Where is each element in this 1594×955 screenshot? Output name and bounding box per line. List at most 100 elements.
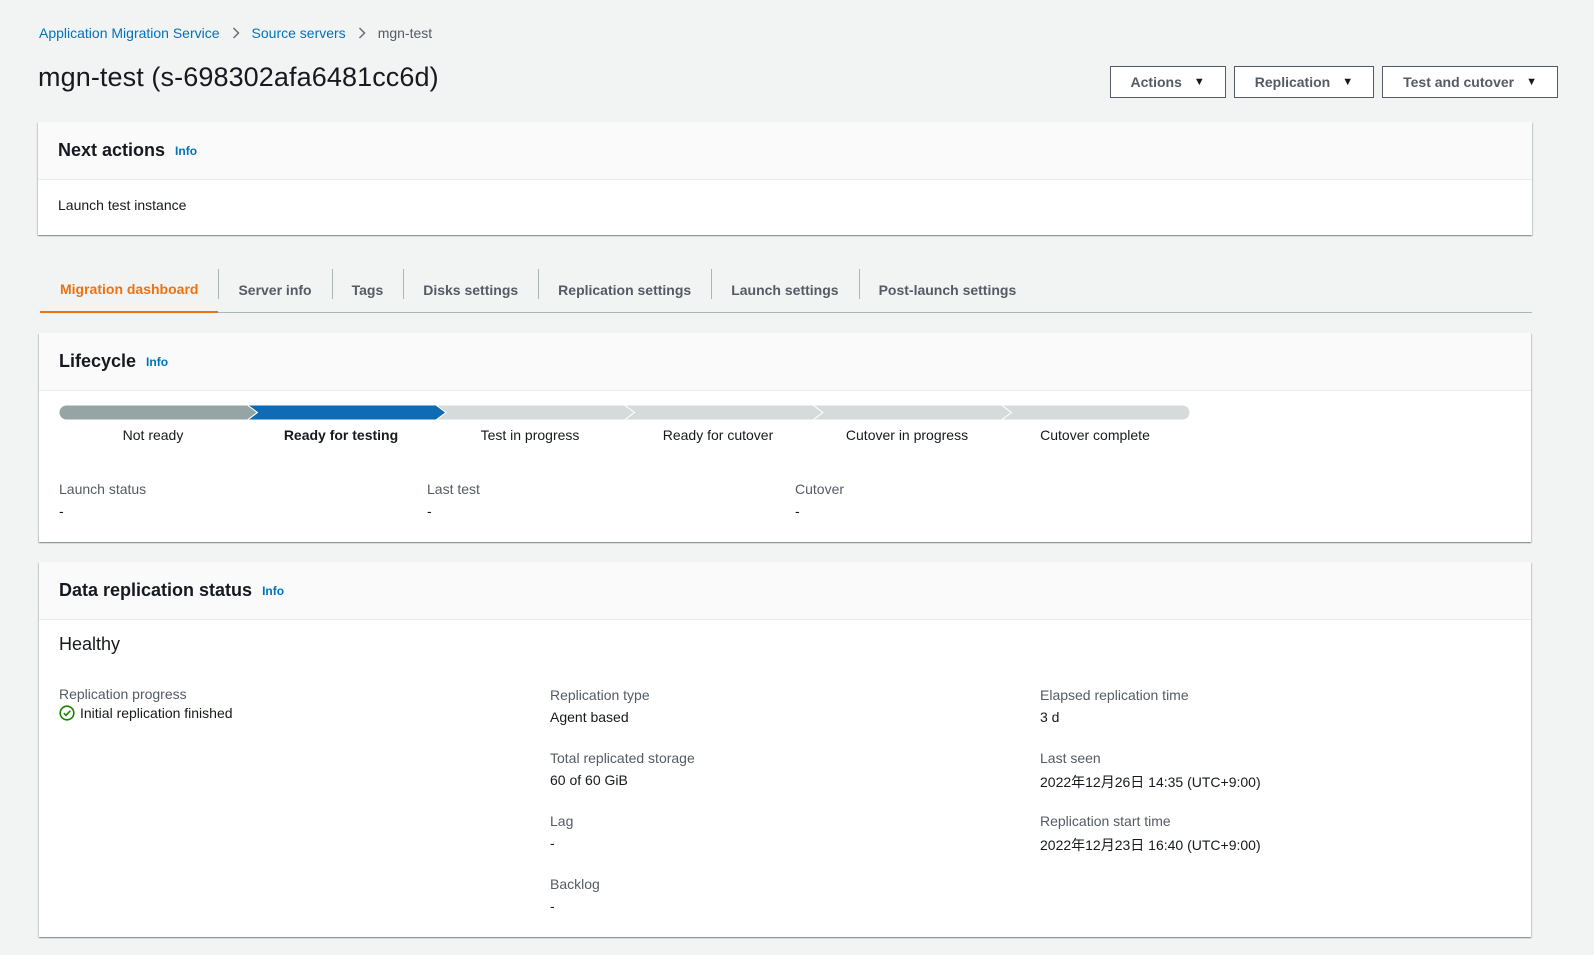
tab-launch-settings[interactable]: Launch settings <box>711 267 858 312</box>
lag-label: Lag <box>550 813 574 829</box>
replication-type-value: Agent based <box>550 709 629 725</box>
lifecycle-title: Lifecycle <box>59 351 137 371</box>
check-circle-icon <box>59 705 75 721</box>
backlog-label: Backlog <box>550 876 600 892</box>
tab-divider <box>858 269 860 299</box>
lifecycle-step-labels: Not ready Ready for testing Test in prog… <box>59 427 1190 447</box>
breadcrumb: Application Migration Service Source ser… <box>39 25 432 41</box>
tab-migration-dashboard[interactable]: Migration dashboard <box>40 267 219 313</box>
start-time-field: Replication start time 2022年12月23日 16:40… <box>1040 813 1261 855</box>
tab-label: Launch settings <box>731 281 839 298</box>
lifecycle-step-segment <box>246 405 447 420</box>
start-time-value: 2022年12月23日 16:40 (UTC+9:00) <box>1040 837 1261 853</box>
replication-health-status: Healthy <box>59 634 121 654</box>
tab-divider <box>331 269 333 299</box>
lifecycle-step-segment <box>623 405 824 420</box>
breadcrumb-link-service[interactable]: Application Migration Service <box>39 25 220 41</box>
replication-progress-field: Replication progress Initial replication… <box>59 686 233 721</box>
chevron-right-icon <box>358 27 366 39</box>
cutover-value: - <box>795 503 800 519</box>
tab-bar: Migration dashboard Server info Tags Dis… <box>40 267 1532 313</box>
last-test-field: Last test - <box>427 481 480 519</box>
lifecycle-info-link[interactable]: Info <box>146 355 168 369</box>
next-actions-panel: Next actions Info Launch test instance <box>38 122 1532 235</box>
tab-replication-settings[interactable]: Replication settings <box>538 267 711 312</box>
backlog-value: - <box>550 898 555 914</box>
start-time-label: Replication start time <box>1040 813 1171 829</box>
elapsed-time-value: 3 d <box>1040 709 1060 725</box>
tab-label: Replication settings <box>558 281 692 298</box>
cutover-field: Cutover - <box>795 481 844 519</box>
last-test-label: Last test <box>427 481 480 497</box>
tab-divider <box>711 269 713 299</box>
tab-divider <box>218 269 220 299</box>
lifecycle-step-label: Test in progress <box>480 427 580 443</box>
caret-down-icon: ▼ <box>1342 76 1354 88</box>
replication-type-label: Replication type <box>550 687 650 703</box>
tab-post-launch-settings[interactable]: Post-launch settings <box>858 267 1037 312</box>
lifecycle-step-segment <box>59 405 259 420</box>
replication-button-label: Replication <box>1254 74 1331 90</box>
last-test-value: - <box>427 503 432 519</box>
cutover-label: Cutover <box>795 481 845 497</box>
total-storage-field: Total replicated storage 60 of 60 GiB <box>550 750 695 788</box>
last-seen-label: Last seen <box>1040 750 1101 766</box>
lifecycle-progress-bar <box>59 405 1190 420</box>
next-actions-title: Next actions <box>58 140 166 160</box>
tab-divider <box>403 269 405 299</box>
tab-label: Tags <box>351 281 384 298</box>
elapsed-time-label: Elapsed replication time <box>1040 687 1189 703</box>
data-replication-panel: Data replication status Info Healthy Rep… <box>39 562 1531 937</box>
tab-label: Server info <box>238 281 312 298</box>
tab-label: Disks settings <box>423 281 519 298</box>
backlog-field: Backlog - <box>550 876 600 914</box>
lifecycle-step-segment <box>812 405 1013 420</box>
breadcrumb-current: mgn-test <box>377 25 433 41</box>
next-actions-info-link[interactable]: Info <box>175 144 197 158</box>
tab-tags[interactable]: Tags <box>331 267 404 312</box>
replication-title: Data replication status <box>59 580 253 600</box>
lifecycle-panel: Lifecycle Info Not ready Ready for testi… <box>39 333 1531 542</box>
actions-button-label: Actions <box>1130 74 1182 90</box>
test-and-cutover-dropdown-button[interactable]: Test and cutover ▼ <box>1382 66 1558 98</box>
next-actions-body: Launch test instance <box>58 197 187 213</box>
lifecycle-step-segment <box>1000 405 1190 420</box>
tab-label: Migration dashboard <box>60 281 199 297</box>
replication-progress-value: Initial replication finished <box>80 705 233 721</box>
replication-progress-status: Initial replication finished <box>59 705 233 721</box>
lifecycle-step-label: Cutover complete <box>1040 427 1150 443</box>
replication-type-field: Replication type Agent based <box>550 687 650 725</box>
replication-header: Data replication status Info <box>39 562 1531 620</box>
launch-status-value: - <box>59 503 64 519</box>
lifecycle-header: Lifecycle Info <box>39 333 1531 391</box>
launch-status-field: Launch status - <box>59 481 146 519</box>
tab-server-info[interactable]: Server info <box>218 267 331 312</box>
actions-dropdown-button[interactable]: Actions ▼ <box>1109 66 1226 98</box>
elapsed-time-field: Elapsed replication time 3 d <box>1040 687 1189 725</box>
breadcrumb-link-source-servers[interactable]: Source servers <box>252 25 346 41</box>
page-title: mgn-test (s-698302afa6481cc6d) <box>38 62 439 92</box>
lifecycle-step-label: Cutover in progress <box>845 427 969 443</box>
next-actions-header: Next actions Info <box>38 122 1532 180</box>
last-seen-field: Last seen 2022年12月26日 14:35 (UTC+9:00) <box>1040 750 1261 792</box>
replication-progress-label: Replication progress <box>59 686 187 702</box>
caret-down-icon: ▼ <box>1526 76 1537 88</box>
total-storage-value: 60 of 60 GiB <box>550 772 628 788</box>
replication-info-link[interactable]: Info <box>262 584 284 598</box>
test-and-cutover-button-label: Test and cutover <box>1403 74 1515 90</box>
lag-field: Lag - <box>550 813 573 851</box>
lag-value: - <box>550 835 555 851</box>
lifecycle-step-label: Ready for testing <box>283 427 399 443</box>
lifecycle-step-segment <box>435 405 636 420</box>
tab-disks-settings[interactable]: Disks settings <box>403 267 538 312</box>
launch-status-label: Launch status <box>59 481 147 497</box>
replication-dropdown-button[interactable]: Replication ▼ <box>1233 66 1375 98</box>
tab-label: Post-launch settings <box>878 281 1017 298</box>
header-actions: Actions ▼ Replication ▼ Test and cutover… <box>1109 66 1558 98</box>
lifecycle-step-label: Not ready <box>122 427 184 443</box>
lifecycle-step-label: Ready for cutover <box>662 427 774 443</box>
total-storage-label: Total replicated storage <box>550 750 695 766</box>
chevron-right-icon <box>232 27 240 39</box>
tab-divider <box>538 269 540 299</box>
last-seen-value: 2022年12月26日 14:35 (UTC+9:00) <box>1040 774 1261 790</box>
